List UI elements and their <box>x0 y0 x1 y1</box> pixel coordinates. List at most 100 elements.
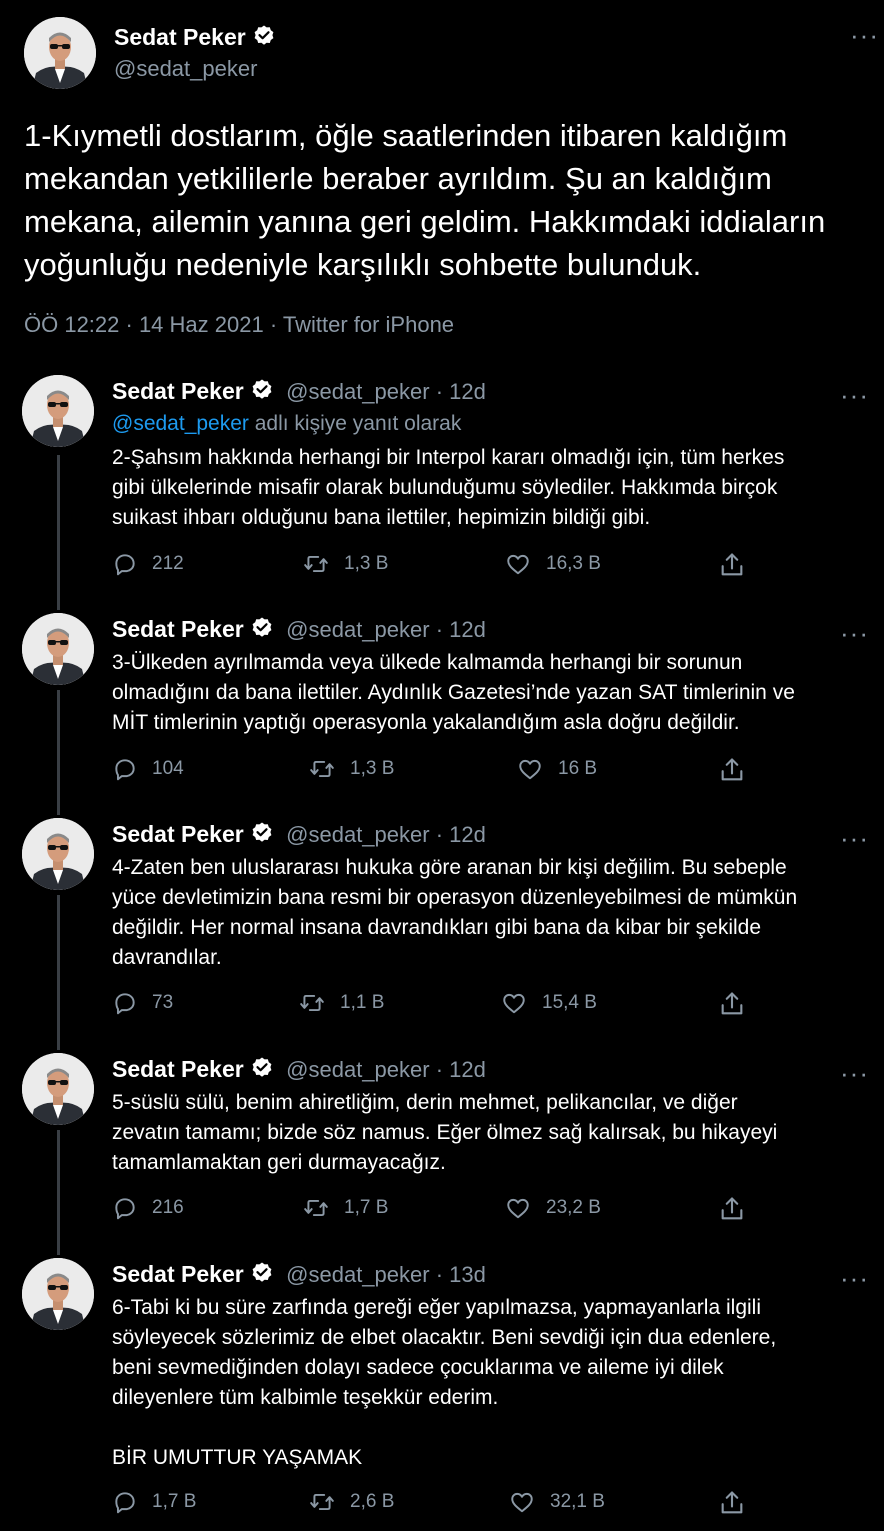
tweet-text: 2-Şahsım hakkında herhangi bir Interpol … <box>112 443 872 533</box>
more-icon[interactable]: ··· <box>840 1060 869 1086</box>
tweet-text-line: değildir. Her normal insana davrandıklar… <box>112 916 762 939</box>
share-icon <box>718 990 746 1018</box>
like-count: 23,2 B <box>546 1197 601 1218</box>
avatar-image <box>22 613 94 685</box>
share-icon <box>718 1195 746 1223</box>
reply-button[interactable]: 104 <box>112 756 184 782</box>
reply-button[interactable]: 73 <box>112 990 173 1016</box>
handle-time[interactable]: @sedat_peker · 12d <box>286 822 486 847</box>
avatar-image <box>22 818 94 890</box>
thread-line <box>57 895 60 1050</box>
avatar[interactable] <box>22 818 94 890</box>
like-icon <box>504 1195 532 1221</box>
handle-time[interactable]: @sedat_peker · 12d <box>286 379 486 404</box>
like-icon <box>500 990 528 1016</box>
like-button[interactable]: 23,2 B <box>504 1195 601 1221</box>
avatar-image <box>24 17 96 89</box>
retweet-icon <box>308 1489 336 1515</box>
more-icon[interactable]: ··· <box>850 22 879 48</box>
tweet-text-line: söyleyecek sözlerimiz de elbet olacaktır… <box>112 1326 777 1349</box>
tweet-text-line: zevatın tamamı; bizde söz namus. Eğer öl… <box>112 1121 778 1144</box>
share-button[interactable] <box>718 1195 760 1223</box>
like-button[interactable]: 32,1 B <box>508 1489 605 1515</box>
share-button[interactable] <box>718 1489 760 1517</box>
reply-count: 216 <box>152 1197 184 1218</box>
reply-to-mention[interactable]: @sedat_peker <box>112 412 249 435</box>
tweet-text-line: gibi ülkelerinde misafir olarak bulunduğ… <box>112 476 778 499</box>
tweet-text-line: suikast ihbarı olduğunu bana ilettiler, … <box>112 506 651 529</box>
verified-badge-icon <box>250 1056 274 1080</box>
tweet-header: Sedat Peker @sedat_peker · 12d <box>112 1056 486 1083</box>
more-icon[interactable]: ··· <box>840 1265 869 1291</box>
tweet-text-line: yoğunluğu nedeniyle karşılıklı sohbette … <box>24 247 702 282</box>
tweet-text: 4-Zaten ben uluslararası hukuka göre ara… <box>112 853 872 973</box>
tweet-header: Sedat Peker @sedat_peker · 13d <box>112 1261 486 1288</box>
like-button[interactable]: 16 B <box>516 756 597 782</box>
reply-icon <box>112 990 138 1016</box>
tweet-text: 6-Tabi ki bu süre zarfında gereği eğer y… <box>112 1293 872 1473</box>
avatar[interactable] <box>22 613 94 685</box>
handle-time[interactable]: @sedat_peker · 12d <box>286 1057 486 1082</box>
author-name-row[interactable]: Sedat Peker <box>114 24 276 51</box>
handle-time[interactable]: @sedat_peker · 12d <box>286 617 486 642</box>
tweet-text-line: 6-Tabi ki bu süre zarfında gereği eğer y… <box>112 1296 761 1319</box>
share-button[interactable] <box>718 990 760 1018</box>
share-icon <box>718 551 746 579</box>
retweet-button[interactable]: 2,6 B <box>308 1489 394 1515</box>
like-button[interactable]: 16,3 B <box>504 551 601 577</box>
more-icon[interactable]: ··· <box>840 825 869 851</box>
author-name[interactable]: Sedat Peker <box>114 24 246 50</box>
verified-badge-icon <box>250 1261 274 1285</box>
retweet-count: 1,3 B <box>350 758 395 779</box>
reply-icon <box>112 551 138 577</box>
author-name[interactable]: Sedat Peker <box>112 821 244 847</box>
like-icon <box>516 756 544 782</box>
tweet-header: Sedat Peker @sedat_peker · 12d <box>112 616 486 643</box>
more-icon[interactable]: ··· <box>840 620 869 646</box>
avatar[interactable] <box>22 1258 94 1330</box>
like-count: 32,1 B <box>550 1491 605 1512</box>
reply-icon <box>112 756 138 782</box>
share-button[interactable] <box>718 551 760 579</box>
like-icon <box>504 551 532 577</box>
reply-button[interactable]: 216 <box>112 1195 184 1221</box>
author-name[interactable]: Sedat Peker <box>112 378 244 404</box>
tweet-text-line: davrandılar. <box>112 946 222 969</box>
thread-line <box>57 1130 60 1255</box>
avatar-image <box>22 1258 94 1330</box>
author-handle[interactable]: @sedat_peker <box>114 56 257 82</box>
like-count: 15,4 B <box>542 992 597 1013</box>
avatar[interactable] <box>24 17 96 89</box>
reply-to: @sedat_peker adlı kişiye yanıt olarak <box>112 412 461 436</box>
avatar[interactable] <box>22 1053 94 1125</box>
like-count: 16 B <box>558 758 598 779</box>
reply-icon <box>112 1195 138 1221</box>
tweet-header: Sedat Peker @sedat_peker · 12d <box>112 378 486 405</box>
share-button[interactable] <box>718 756 760 784</box>
retweet-button[interactable]: 1,3 B <box>308 756 394 782</box>
retweet-button[interactable]: 1,1 B <box>298 990 384 1016</box>
retweet-icon <box>302 551 330 577</box>
retweet-count: 1,7 B <box>344 1197 389 1218</box>
tweet-text-line: 2-Şahsım hakkında herhangi bir Interpol … <box>112 446 785 469</box>
tweet-meta[interactable]: ÖÖ 12:22 · 14 Haz 2021 · Twitter for iPh… <box>24 312 454 338</box>
like-button[interactable]: 15,4 B <box>500 990 597 1016</box>
retweet-button[interactable]: 1,7 B <box>302 1195 388 1221</box>
author-name[interactable]: Sedat Peker <box>112 616 244 642</box>
retweet-button[interactable]: 1,3 B <box>302 551 388 577</box>
author-name[interactable]: Sedat Peker <box>112 1056 244 1082</box>
retweet-count: 1,1 B <box>340 992 385 1013</box>
reply-button[interactable]: 212 <box>112 551 184 577</box>
reply-count: 73 <box>152 992 174 1013</box>
tweet-text-line: tamamlamaktan geri durmayacağız. <box>112 1151 446 1174</box>
share-icon <box>718 756 746 784</box>
handle-time[interactable]: @sedat_peker · 13d <box>286 1262 486 1287</box>
tweet-header: Sedat Peker @sedat_peker · 12d <box>112 821 486 848</box>
tweet-text-line: BİR UMUTTUR YAŞAMAK <box>112 1446 363 1469</box>
verified-badge-icon <box>250 616 274 640</box>
more-icon[interactable]: ··· <box>840 382 869 408</box>
tweet-text-line: 1-Kıymetli dostlarım, öğle saatlerinden … <box>24 118 788 153</box>
author-name[interactable]: Sedat Peker <box>112 1261 244 1287</box>
reply-button[interactable]: 1,7 B <box>112 1489 196 1515</box>
avatar[interactable] <box>22 375 94 447</box>
